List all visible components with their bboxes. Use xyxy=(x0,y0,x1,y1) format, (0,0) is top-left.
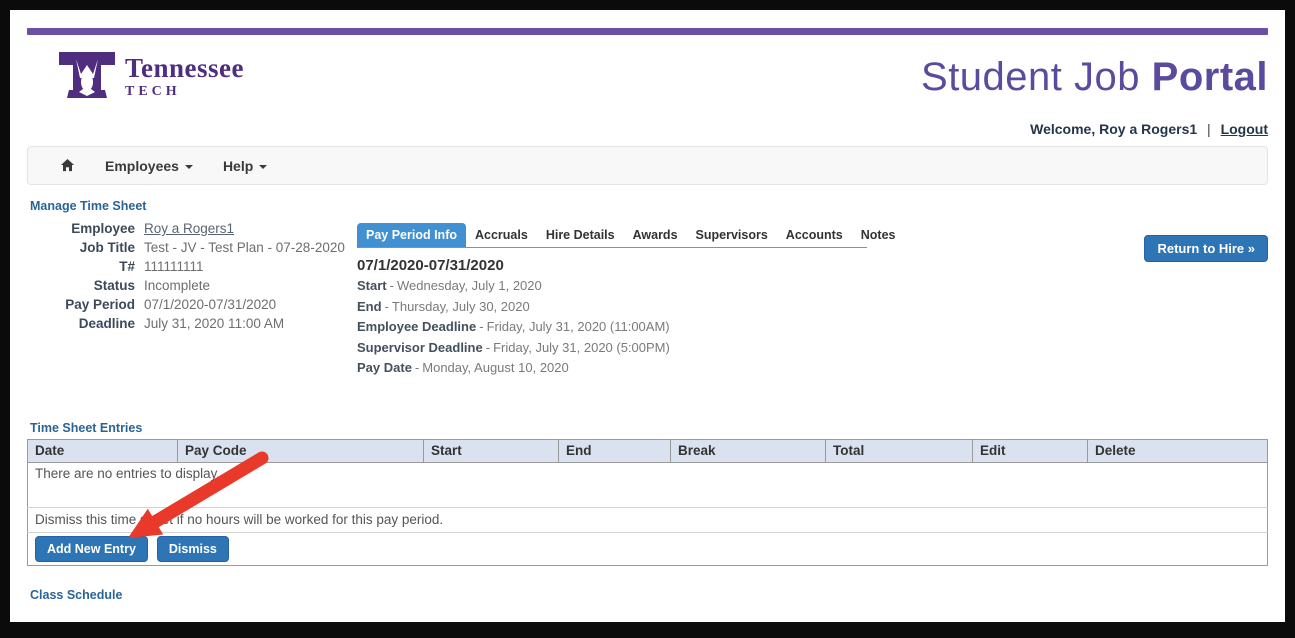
welcome-bar: Welcome, Roy a Rogers1 | Logout xyxy=(27,121,1268,137)
pay-period-row-supervisor-deadline: Supervisor Deadline-Friday, July 31, 202… xyxy=(357,339,867,357)
field-value: Incomplete xyxy=(144,278,210,293)
page-title-regular: Student Job xyxy=(921,55,1140,99)
row-separator: - xyxy=(486,340,490,355)
welcome-separator: | xyxy=(1207,121,1211,137)
field-label: Status xyxy=(27,278,135,293)
class-schedule-title: Class Schedule xyxy=(30,588,1268,602)
field-row-deadline: Deadline July 31, 2020 11:00 AM xyxy=(27,316,357,331)
row-value: Wednesday, July 1, 2020 xyxy=(397,278,542,293)
table-row: Dismiss this time sheet if no hours will… xyxy=(28,507,1268,532)
manage-time-sheet-section: Employee Roy a Rogers1 Job Title Test - … xyxy=(27,221,1268,377)
pay-period-tabs-panel: Pay Period Info Accruals Hire Details Aw… xyxy=(357,223,867,377)
field-label: Deadline xyxy=(27,316,135,331)
wordmark-line1: Tennessee xyxy=(125,55,244,82)
row-label: Employee Deadline xyxy=(357,319,476,334)
nav-item-help[interactable]: Help xyxy=(223,158,267,174)
row-label: End xyxy=(357,299,382,314)
tab-accruals[interactable]: Accruals xyxy=(466,223,537,247)
tab-hire-details[interactable]: Hire Details xyxy=(537,223,624,247)
dismiss-button[interactable]: Dismiss xyxy=(157,536,229,562)
field-row-tnumber: T# 111111111 xyxy=(27,259,357,274)
field-value: Test - JV - Test Plan - 07-28-2020 xyxy=(144,240,345,255)
nav-item-employees-label: Employees xyxy=(105,158,179,174)
home-icon xyxy=(60,158,75,173)
tab-awards[interactable]: Awards xyxy=(624,223,687,247)
row-label: Start xyxy=(357,278,387,293)
pay-period-row-employee-deadline: Employee Deadline-Friday, July 31, 2020 … xyxy=(357,318,867,336)
column-header-delete: Delete xyxy=(1088,439,1268,462)
row-separator: - xyxy=(479,319,483,334)
main-navbar: Employees Help xyxy=(27,146,1268,185)
row-separator: - xyxy=(385,299,389,314)
nav-item-employees[interactable]: Employees xyxy=(105,158,193,174)
field-row-status: Status Incomplete xyxy=(27,278,357,293)
row-label: Pay Date xyxy=(357,360,412,375)
no-entries-message: There are no entries to display. xyxy=(28,462,1268,507)
row-value: Thursday, July 30, 2020 xyxy=(392,299,530,314)
screenshot-frame: Tennessee TECH Student Job Portal Welcom… xyxy=(0,0,1295,638)
table-actions: Add New Entry Dismiss xyxy=(35,536,1260,562)
wordmark: Tennessee TECH xyxy=(125,55,244,99)
pay-period-range-heading: 07/1/2020-07/31/2020 xyxy=(357,257,867,274)
row-separator: - xyxy=(415,360,419,375)
page-title: Student Job Portal xyxy=(921,55,1268,100)
welcome-text: Welcome, Roy a Rogers1 xyxy=(1030,121,1197,137)
field-row-employee: Employee Roy a Rogers1 xyxy=(27,221,357,236)
manage-time-sheet-title: Manage Time Sheet xyxy=(30,199,1268,213)
page-title-bold: Portal xyxy=(1152,55,1268,99)
column-header-total: Total xyxy=(826,439,973,462)
time-sheet-entries-table: Date Pay Code Start End Break Total Edit… xyxy=(27,439,1268,566)
column-header-break: Break xyxy=(671,439,826,462)
employee-name-link[interactable]: Roy a Rogers1 xyxy=(144,221,234,236)
top-accent-bar xyxy=(27,28,1268,35)
tab-pay-period-info[interactable]: Pay Period Info xyxy=(357,223,466,247)
pay-period-row-pay-date: Pay Date-Monday, August 10, 2020 xyxy=(357,359,867,377)
field-row-job-title: Job Title Test - JV - Test Plan - 07-28-… xyxy=(27,240,357,255)
field-value: July 31, 2020 11:00 AM xyxy=(144,316,284,331)
pay-period-row-end: End-Thursday, July 30, 2020 xyxy=(357,298,867,316)
column-header-end: End xyxy=(559,439,671,462)
field-value: 07/1/2020-07/31/2020 xyxy=(144,297,276,312)
field-row-pay-period: Pay Period 07/1/2020-07/31/2020 xyxy=(27,297,357,312)
page: Tennessee TECH Student Job Portal Welcom… xyxy=(10,28,1285,602)
column-header-edit: Edit xyxy=(973,439,1088,462)
caret-down-icon xyxy=(259,165,267,169)
home-nav-button[interactable] xyxy=(60,158,75,173)
wordmark-line2: TECH xyxy=(125,85,244,99)
field-label: Employee xyxy=(27,221,135,236)
caret-down-icon xyxy=(185,165,193,169)
tab-list: Pay Period Info Accruals Hire Details Aw… xyxy=(357,223,867,248)
logout-link[interactable]: Logout xyxy=(1221,121,1268,137)
tab-supervisors[interactable]: Supervisors xyxy=(687,223,777,247)
masthead: Tennessee TECH Student Job Portal xyxy=(27,47,1268,107)
pay-period-row-start: Start-Wednesday, July 1, 2020 xyxy=(357,277,867,295)
employee-details: Employee Roy a Rogers1 Job Title Test - … xyxy=(27,221,357,377)
tab-notes[interactable]: Notes xyxy=(852,223,905,247)
table-actions-row: Add New Entry Dismiss xyxy=(28,532,1268,565)
return-button-area: Return to Hire » xyxy=(1144,221,1268,377)
tennessee-tech-eagle-icon xyxy=(59,52,115,102)
time-sheet-entries-title: Time Sheet Entries xyxy=(30,421,1268,435)
row-value: Friday, July 31, 2020 (11:00AM) xyxy=(487,319,670,334)
row-value: Friday, July 31, 2020 (5:00PM) xyxy=(493,340,670,355)
return-to-hire-button[interactable]: Return to Hire » xyxy=(1144,235,1268,262)
table-row: There are no entries to display. xyxy=(28,462,1268,507)
dismiss-message: Dismiss this time sheet if no hours will… xyxy=(28,507,1268,532)
row-label: Supervisor Deadline xyxy=(357,340,483,355)
nav-item-help-label: Help xyxy=(223,158,253,174)
tennessee-tech-logo: Tennessee TECH xyxy=(59,52,244,102)
column-header-date: Date xyxy=(28,439,178,462)
row-separator: - xyxy=(390,278,394,293)
column-header-start: Start xyxy=(424,439,559,462)
field-label: Job Title xyxy=(27,240,135,255)
add-new-entry-button[interactable]: Add New Entry xyxy=(35,536,148,562)
table-header-row: Date Pay Code Start End Break Total Edit… xyxy=(28,439,1268,462)
field-label: Pay Period xyxy=(27,297,135,312)
field-label: T# xyxy=(27,259,135,274)
field-value: 111111111 xyxy=(144,259,204,274)
row-value: Monday, August 10, 2020 xyxy=(422,360,568,375)
column-header-pay-code: Pay Code xyxy=(178,439,424,462)
tab-accounts[interactable]: Accounts xyxy=(777,223,852,247)
